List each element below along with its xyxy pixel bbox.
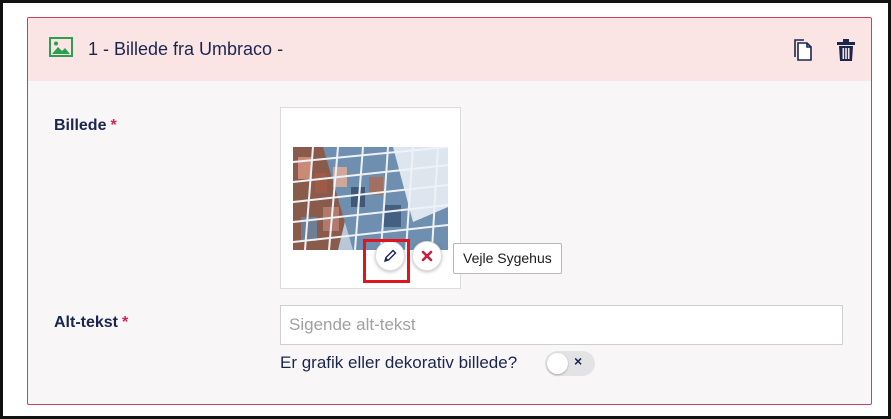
decorative-toggle[interactable]: ×: [545, 351, 595, 376]
close-icon: [421, 250, 433, 262]
block-header[interactable]: 1 - Billede fra Umbraco -: [28, 18, 871, 81]
toggle-knob: [547, 353, 568, 374]
remove-image-button[interactable]: [412, 241, 442, 271]
alt-text-input[interactable]: [280, 305, 843, 345]
image-field-label: Billede *: [54, 117, 117, 135]
required-mark: *: [110, 117, 117, 134]
block-title: 1 - Billede fra Umbraco -: [88, 39, 284, 59]
trash-icon[interactable]: [836, 38, 856, 62]
alt-text-field-label: Alt-tekst *: [54, 314, 128, 332]
image-name-tooltip: Vejle Sygehus: [453, 243, 562, 274]
image-block-panel: 1 - Billede fra Umbraco - Billede * Vejl…: [27, 17, 872, 405]
required-mark: *: [122, 314, 129, 331]
toggle-off-icon: ×: [574, 353, 583, 369]
image-thumbnail: [293, 147, 448, 250]
image-label-text: Billede: [54, 117, 107, 134]
editor-frame: 1 - Billede fra Umbraco - Billede * Vejl…: [0, 0, 891, 419]
alt-text-label-text: Alt-tekst: [54, 314, 119, 331]
decorative-toggle-label: Er grafik eller dekorativ billede?: [280, 353, 518, 372]
pencil-icon: [383, 249, 397, 263]
copy-icon[interactable]: [791, 38, 813, 62]
image-icon: [49, 37, 73, 57]
image-picker[interactable]: [280, 107, 461, 289]
edit-image-button[interactable]: [375, 241, 405, 271]
